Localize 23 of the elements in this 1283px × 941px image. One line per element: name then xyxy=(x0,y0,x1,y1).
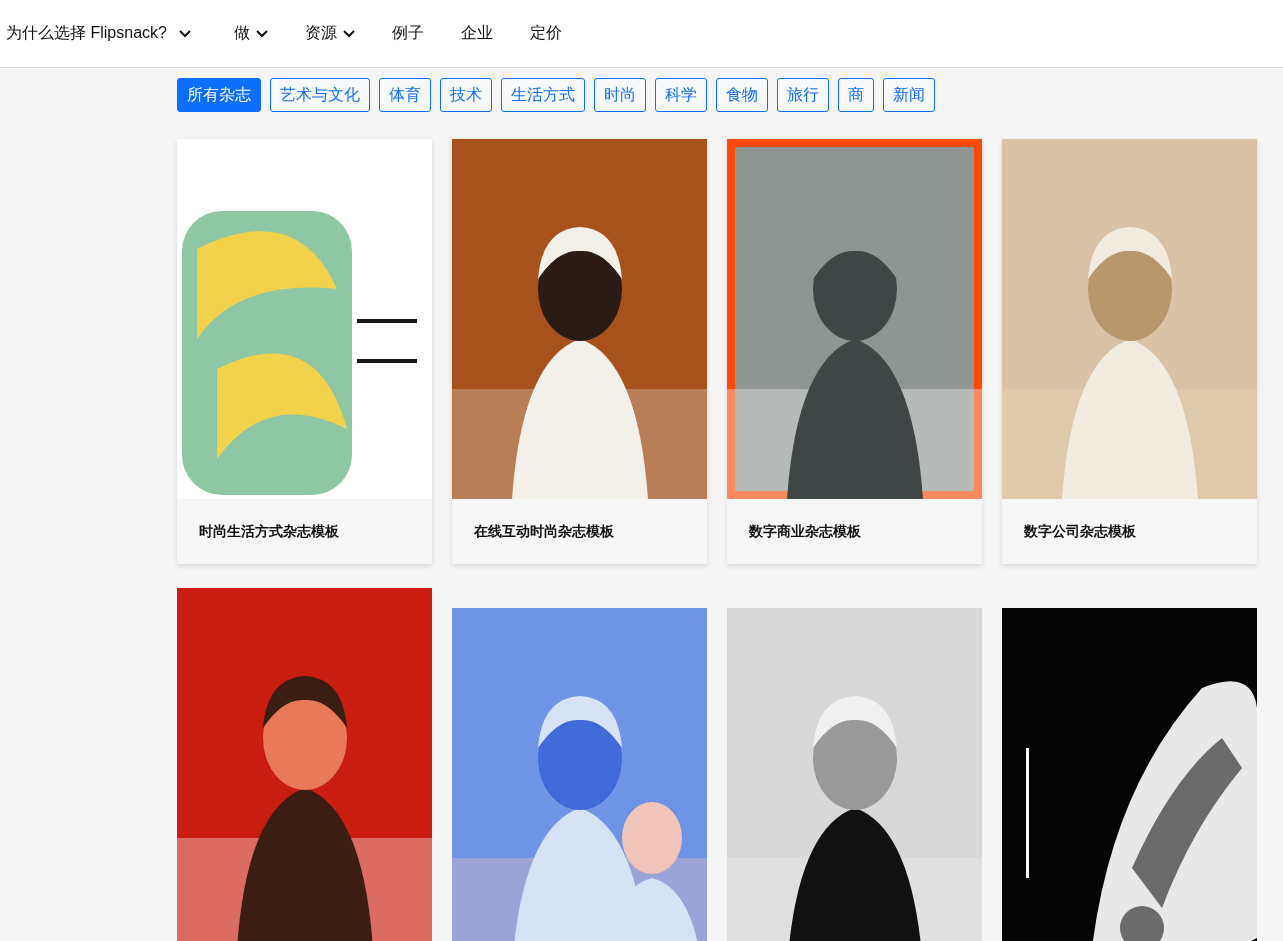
filter-tab[interactable]: 商 xyxy=(838,78,874,112)
filter-tab[interactable]: 技术 xyxy=(440,78,492,112)
card-title: 时尚生活方式杂志模板 xyxy=(198,521,340,541)
filter-tab[interactable]: 时尚 xyxy=(594,78,646,112)
filter-tab[interactable]: 所有杂志 xyxy=(177,78,261,112)
nav-link[interactable]: 为什么选择 Flipsnack? xyxy=(4,19,193,48)
card-title: 在线互动时尚杂志模板 xyxy=(473,521,615,541)
nav-link[interactable]: 定价 xyxy=(527,19,564,48)
template-card[interactable]: 时尚生活方式杂志模板 xyxy=(177,139,432,564)
nav-link[interactable]: 企业 xyxy=(458,19,495,48)
filter-tab[interactable]: 旅行 xyxy=(777,78,829,112)
nav-link[interactable]: 资源 xyxy=(302,19,357,48)
card-title: 数字商业杂志模板 xyxy=(748,521,862,541)
nav-link[interactable]: 做 xyxy=(231,19,270,48)
card-title: 数字公司杂志模板 xyxy=(1023,521,1137,541)
filter-tab[interactable]: 生活方式 xyxy=(501,78,585,112)
filter-tab[interactable]: 体育 xyxy=(379,78,431,112)
nav-link[interactable]: 例子 xyxy=(389,19,426,48)
filter-tab[interactable]: 艺术与文化 xyxy=(270,78,370,112)
template-card[interactable]: 数字商业杂志模板 xyxy=(727,139,982,564)
filter-tab[interactable]: 新闻 xyxy=(883,78,935,112)
filter-tab[interactable]: 食物 xyxy=(716,78,768,112)
filter-tab[interactable]: 科学 xyxy=(655,78,707,112)
